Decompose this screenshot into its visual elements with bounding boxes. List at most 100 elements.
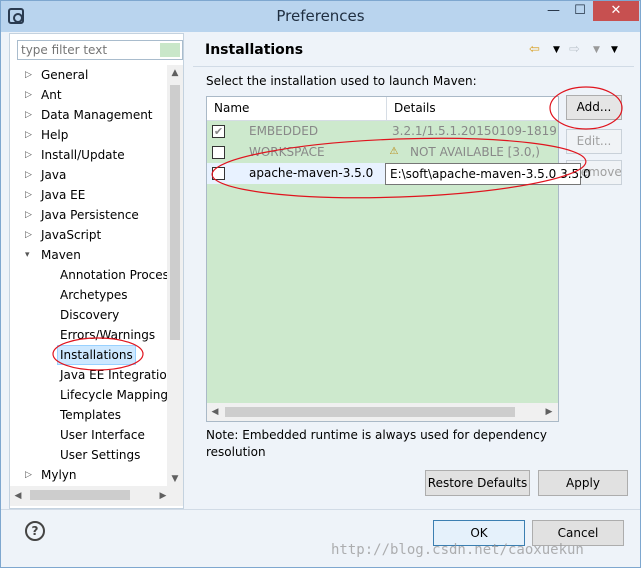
chevron-down-icon[interactable]: ▾ [25,245,30,265]
chevron-right-icon[interactable]: ▷ [25,125,32,145]
tree-item-java-ee[interactable]: ▷ Java EE [10,185,167,205]
chevron-down-icon[interactable]: ▼ [593,45,600,55]
maximize-button[interactable]: ☐ [567,1,593,21]
tree-item-general[interactable]: ▷ General [10,65,167,85]
checkbox-icon[interactable] [212,167,225,180]
table-row[interactable]: WORKSPACE ⚠ NOT AVAILABLE [3.0,) [207,142,558,163]
chevron-right-icon[interactable]: ▷ [25,165,32,185]
scroll-left-icon[interactable]: ◀ [10,486,26,506]
tree-item-discovery[interactable]: Discovery [10,305,167,325]
tree-item-label: Lifecycle Mapping [60,388,167,402]
tree-item-label: Java EE [41,188,86,202]
title-bar: Preferences — ☐ ✕ [1,1,640,32]
scroll-up-icon[interactable]: ▲ [167,65,183,81]
table-horizontal-scrollbar[interactable]: ◀ ▶ [207,403,558,421]
add-button[interactable]: Add... [566,95,622,120]
tree-item-java-persistence[interactable]: ▷ Java Persistence [10,205,167,225]
scroll-right-icon[interactable]: ▶ [155,486,171,506]
scroll-thumb[interactable] [225,407,515,417]
column-header-name[interactable]: Name [207,97,387,121]
tree-item-java-ee-integratio[interactable]: Java EE Integratio [10,365,167,385]
scroll-right-icon[interactable]: ▶ [541,403,557,421]
chevron-right-icon[interactable]: ▷ [25,105,32,125]
installation-name: apache-maven-3.5.0 [249,166,374,180]
installation-details: 3.2.1/1.5.1.20150109-1819 [392,124,557,138]
scroll-thumb[interactable] [30,490,130,500]
tree-item-label: Installations [57,345,136,365]
tree-item-install-update[interactable]: ▷ Install/Update [10,145,167,165]
preference-tree: ▷ General ▷ Ant ▷ Data Management ▷ Help ▷ Instal… [10,65,167,487]
tree-item-user-interface[interactable]: User Interface [10,425,167,445]
chevron-right-icon[interactable]: ▷ [25,145,32,165]
filter-input[interactable] [18,41,158,59]
scroll-left-icon[interactable]: ◀ [207,403,223,421]
path-tooltip: E:\soft\apache-maven-3.5.0 3.5.0 [385,163,591,185]
filter-field[interactable] [17,40,183,60]
close-button[interactable]: ✕ [593,1,639,21]
installation-details: NOT AVAILABLE [3.0,) [410,145,540,159]
embedded-note: Note: Embedded runtime is always used fo… [206,428,547,459]
checkbox-icon[interactable] [212,146,225,159]
tree-item-mylyn[interactable]: ▷ Mylyn [10,465,167,485]
tree-item-data-management[interactable]: ▷ Data Management [10,105,167,125]
dialog-footer: ? OK Cancel http://blog.csdn.net/caoxuek… [1,509,640,567]
chevron-right-icon[interactable]: ▷ [25,185,32,205]
watermark: http://blog.csdn.net/caoxuekun [331,542,584,558]
preferences-window: Preferences — ☐ ✕ ▷ General ▷ Ant ▷ Data Mana… [0,0,641,568]
restore-defaults-button[interactable]: Restore Defaults [425,470,530,496]
tree-item-lifecycle-mapping[interactable]: Lifecycle Mapping [10,385,167,405]
tree-item-help[interactable]: ▷ Help [10,125,167,145]
tree-item-user-settings[interactable]: User Settings [10,445,167,465]
tree-item-javascript[interactable]: ▷ JavaScript [10,225,167,245]
tree-item-archetypes[interactable]: Archetypes [10,285,167,305]
view-menu-icon[interactable]: ▼ [611,45,618,55]
preference-tree-pane: ▷ General ▷ Ant ▷ Data Management ▷ Help ▷ Instal… [9,33,184,509]
tree-item-label: Templates [60,408,122,422]
column-header-details[interactable]: Details [387,97,558,121]
tree-item-label: Mylyn [41,468,77,482]
tree-vertical-scrollbar[interactable]: ▲ ▼ [167,65,183,487]
tree-item-templates[interactable]: Templates [10,405,167,425]
tree-item-label: Install/Update [41,148,125,162]
tree-item-installations[interactable]: Installations [10,345,167,365]
tree-item-label: Errors/Warnings [60,328,156,342]
installation-name: EMBEDDED [249,124,319,138]
tree-item-label: Archetypes [60,288,128,302]
chevron-right-icon[interactable]: ▷ [25,465,32,485]
apply-button[interactable]: Apply [538,470,628,496]
installation-name: WORKSPACE [249,145,325,159]
tree-item-label: Help [41,128,69,142]
tree-item-ant[interactable]: ▷ Ant [10,85,167,105]
scroll-thumb[interactable] [170,85,180,340]
page-title: Installations [205,42,304,58]
tree-item-label: Java Persistence [41,208,139,222]
checkbox-icon[interactable]: ✔ [212,125,225,138]
tree-item-label: Ant [41,88,62,102]
back-arrow-icon[interactable]: ⇦ [529,42,540,57]
chevron-right-icon[interactable]: ▷ [25,65,32,85]
chevron-right-icon[interactable]: ▷ [25,225,32,245]
help-icon[interactable]: ? [25,521,45,541]
tree-horizontal-scrollbar[interactable]: ◀ ▶ [10,486,183,506]
tree-item-annotation-proces[interactable]: Annotation Proces [10,265,167,285]
chevron-right-icon[interactable]: ▷ [25,85,32,105]
installations-table: Name Details ✔ EMBEDDED 3.2.1/1.5.1.2015… [206,96,559,422]
clear-filter-icon[interactable] [160,43,180,57]
tree-item-label: Java [41,168,67,182]
tree-item-label: Data Management [41,108,153,122]
chevron-down-icon[interactable]: ▼ [553,45,560,55]
warning-icon: ⚠ [389,146,399,157]
tree-item-java[interactable]: ▷ Java [10,165,167,185]
tree-item-errors-warnings[interactable]: Errors/Warnings [10,325,167,345]
forward-arrow-icon[interactable]: ⇨ [569,42,580,57]
table-row[interactable]: ✔ EMBEDDED 3.2.1/1.5.1.20150109-1819 [207,121,558,142]
tree-item-label: Maven [41,248,81,262]
page-header: Installations ⇦ ▼ ⇨ ▼ ▼ [193,33,634,67]
scroll-down-icon[interactable]: ▼ [167,471,183,487]
instruction-label: Select the installation used to launch M… [206,74,477,88]
minimize-button[interactable]: — [540,1,567,21]
chevron-right-icon[interactable]: ▷ [25,205,32,225]
tree-item-maven[interactable]: ▾ Maven [10,245,167,265]
tree-item-label: Annotation Proces [60,268,167,282]
edit-button[interactable]: Edit... [566,129,622,154]
